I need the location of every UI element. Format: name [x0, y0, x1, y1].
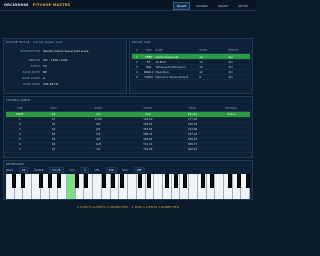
active-scale-panel: ACTIVE SCALE · Carlos Super Just DESCRIP…: [3, 38, 127, 94]
steps-value[interactable]: 12: [43, 64, 47, 68]
base-start-label: BASE START: [21, 76, 40, 80]
black-key[interactable]: [84, 174, 88, 188]
base-note-row: BASE NOTE 60: [10, 70, 47, 74]
tab-images[interactable]: IMAGES: [192, 2, 212, 10]
black-key[interactable]: [210, 174, 214, 188]
period-value[interactable]: 2/1 · 1200 cents: [43, 58, 67, 62]
black-key[interactable]: [111, 174, 115, 188]
keyboard-panel: KEYBOARD BASE C4 RANGE C2–C6 OCT 4 VEL 1…: [3, 160, 253, 200]
keyboard-controls: BASE C4 RANGE C2–C6 OCT 4 VEL 100 SUS OF…: [6, 167, 250, 173]
main-tabs: SCALE IMAGES GRAPH SETUP: [172, 2, 252, 10]
base-note-value[interactable]: 60: [43, 70, 47, 74]
black-key[interactable]: [48, 174, 52, 188]
base-start-row: BASE START 0: [10, 76, 45, 80]
description-row: DESCRIPTION Wendy Carlos Super Just scal…: [10, 49, 89, 53]
meta-range-value[interactable]: C2–C6: [49, 167, 64, 173]
black-key[interactable]: [102, 174, 106, 188]
tab-graph[interactable]: GRAPH: [214, 2, 232, 10]
base-freq-label: BASE FREQ: [23, 82, 40, 86]
black-keys: [6, 174, 250, 188]
base-freq-row: BASE FREQ 261.63 Hz: [10, 82, 58, 86]
description-value[interactable]: Wendy Carlos Super Just scale: [43, 49, 88, 53]
meta-oct-value[interactable]: 4: [81, 167, 89, 173]
base-note-label: BASE NOTE: [22, 70, 40, 74]
black-key[interactable]: [165, 174, 169, 188]
black-key[interactable]: [75, 174, 79, 188]
meta-sus-label: SUS: [122, 168, 128, 172]
base-freq-value[interactable]: 261.63 Hz: [43, 82, 58, 86]
meta-vel-value[interactable]: 100: [105, 167, 117, 173]
period-label: PERIOD: [28, 58, 40, 62]
black-key[interactable]: [138, 174, 142, 188]
scale-list-title: SCALE LIST: [132, 40, 151, 44]
keyboard-title: KEYBOARD: [6, 162, 25, 166]
period-row: PERIOD 2/1 · 1200 cents: [10, 58, 68, 62]
meta-sus-value[interactable]: OFF: [133, 167, 145, 173]
black-key[interactable]: [21, 174, 25, 188]
black-key[interactable]: [120, 174, 124, 188]
meta-vel-label: VEL: [94, 168, 100, 172]
tuning-table-panel: TUNING TABLE STEP MIDI RATIO CENTS FREQ …: [3, 96, 253, 158]
meta-oct-label: OCT: [69, 168, 76, 172]
description-label: DESCRIPTION: [19, 49, 40, 53]
meta-base-label: BASE: [6, 168, 13, 172]
steps-row: STEPS 12: [10, 64, 47, 68]
piano-keyboard[interactable]: [6, 174, 251, 199]
top-bar: ORCHIDHIN PITCHOP MASTER SCALE IMAGES GR…: [0, 0, 256, 11]
black-key[interactable]: [39, 174, 43, 188]
tab-setup[interactable]: SETUP: [234, 2, 252, 10]
active-scale-title: ACTIVE SCALE · Carlos Super Just: [6, 40, 63, 44]
tuning-table-title: TUNING TABLE: [6, 98, 31, 102]
black-key[interactable]: [57, 174, 61, 188]
base-start-value[interactable]: 0: [43, 76, 45, 80]
connection-status: 0 SYNTH CLIENTS CONNECTED · 2 MIDI CLIEN…: [76, 205, 180, 209]
black-key[interactable]: [12, 174, 16, 188]
app-brand: ORCHIDHIN PITCHOP MASTER: [4, 3, 71, 7]
tab-scale[interactable]: SCALE: [172, 2, 191, 10]
steps-label: STEPS: [30, 64, 40, 68]
black-key[interactable]: [183, 174, 187, 188]
black-key[interactable]: [237, 174, 241, 188]
black-key[interactable]: [201, 174, 205, 188]
black-key[interactable]: [174, 174, 178, 188]
tuning-row[interactable]: 7 67 3/2 701.96 392.44: [6, 147, 250, 153]
black-key[interactable]: [147, 174, 151, 188]
scale-list-panel: SCALE LIST # TYPE NAME STEPS PERIOD 1 FR…: [129, 38, 253, 94]
meta-range-label: RANGE: [34, 168, 44, 172]
scale-row[interactable]: 5 HARM Harmonic Series Mode 8 8 2/1: [132, 74, 250, 80]
black-key[interactable]: [228, 174, 232, 188]
black-key[interactable]: [246, 174, 250, 188]
meta-base-value[interactable]: C4: [18, 167, 29, 173]
